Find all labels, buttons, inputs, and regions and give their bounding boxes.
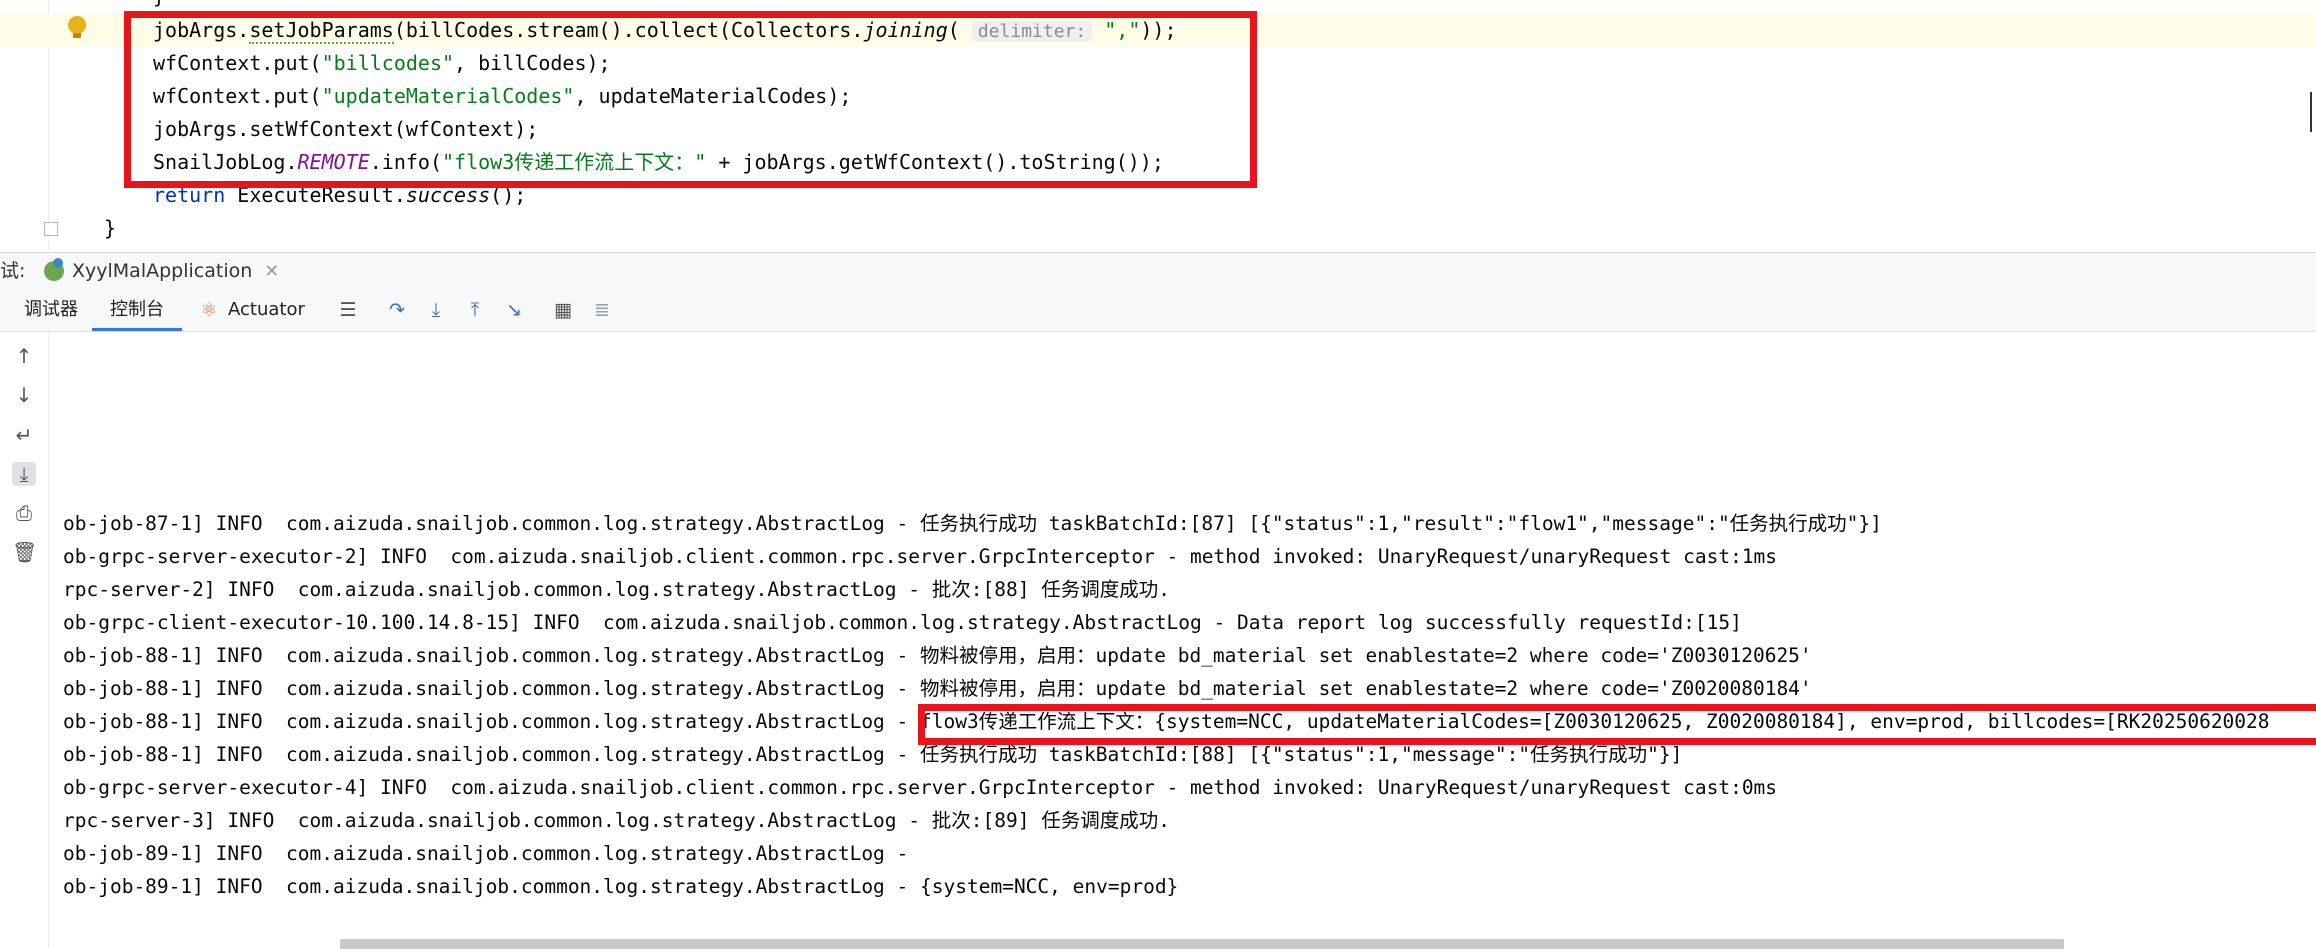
scroll-marker	[2310, 92, 2316, 132]
code-line-1[interactable]: jobArgs.setJobParams(billCodes.stream().…	[0, 14, 2316, 47]
run-config-title: XyylMalApplication	[72, 260, 253, 282]
code-text: }	[153, 0, 165, 13]
code-token: (billCodes.stream().	[393, 18, 635, 42]
code-token: + jobArgs.getWfContext().toString());	[706, 150, 1164, 174]
code-token: success	[405, 183, 491, 207]
code-token: "billcodes"	[321, 51, 455, 75]
code-token: jobArgs.setWfContext(wfContext);	[153, 117, 539, 141]
code-token: , updateMaterialCodes);	[574, 84, 852, 108]
fold-marker-icon[interactable]	[44, 222, 58, 236]
log-line: ob-grpc-server-executor-4] INFO com.aizu…	[63, 776, 1778, 799]
code-text: jobArgs.setJobParams(billCodes.stream().…	[153, 14, 1177, 48]
code-token: ));	[1140, 18, 1177, 42]
evaluate-icon[interactable]: ▦	[552, 299, 574, 321]
menu-icon[interactable]: ☰	[337, 299, 359, 321]
actuator-icon[interactable]: ⚛	[198, 299, 220, 321]
code-token: ();	[490, 183, 527, 207]
tab-console[interactable]: 控制台	[92, 289, 182, 331]
code-token: SnailJobLog.	[153, 150, 298, 174]
code-text: wfContext.put("updateMaterialCodes", upd…	[153, 80, 851, 113]
log-line: rpc-server-3] INFO com.aizuda.snailjob.c…	[63, 809, 1170, 832]
code-token: ExecuteResult.	[225, 183, 406, 207]
code-text: return ExecuteResult.success();	[153, 179, 526, 212]
code-token: wfContext.put(	[153, 51, 322, 75]
code-token: jobArgs.	[153, 18, 250, 42]
code-token: "updateMaterialCodes"	[321, 84, 575, 108]
code-line-4[interactable]: jobArgs.setWfContext(wfContext);	[0, 113, 2316, 146]
code-text: }	[104, 216, 117, 240]
log-line: ob-job-89-1] INFO com.aizuda.snailjob.co…	[63, 875, 1179, 898]
code-token: setJobParams	[249, 18, 394, 44]
log-line: ob-job-88-1] INFO com.aizuda.snailjob.co…	[63, 644, 1812, 667]
soft-wrap-icon[interactable]: ↵	[12, 423, 36, 447]
code-text: wfContext.put("billcodes", billCodes);	[153, 47, 611, 80]
code-token: , billCodes);	[454, 51, 611, 75]
log-line: ob-grpc-server-executor-2] INFO com.aizu…	[63, 545, 1778, 568]
log-line: ob-job-88-1] INFO com.aizuda.snailjob.co…	[63, 743, 1683, 766]
horizontal-scrollbar[interactable]	[340, 939, 2064, 949]
code-token: return	[153, 183, 226, 207]
spring-boot-icon	[44, 258, 64, 281]
console-side-toolbar: ↑ ↓ ↵ ⤓ ⎙ 🗑	[0, 332, 49, 949]
code-line-3[interactable]: wfContext.put("updateMaterialCodes", upd…	[0, 80, 2316, 113]
log-line: rpc-server-2] INFO com.aizuda.snailjob.c…	[63, 578, 1170, 601]
code-token: (	[947, 18, 972, 42]
debug-toolbar: 调试器 控制台 ⚛ Actuator ☰ ↷ ⤓ ⤒ ↘ ▦ ≣	[0, 289, 2316, 332]
code-token: joining	[863, 18, 948, 42]
step-over-icon[interactable]: ↷	[386, 299, 408, 321]
print-icon[interactable]: ⎙	[12, 501, 36, 525]
tab-actuator[interactable]: Actuator	[228, 289, 305, 331]
code-line-7[interactable]: }	[0, 212, 2316, 245]
log-line: ob-job-87-1] INFO com.aizuda.snailjob.co…	[63, 512, 1882, 535]
run-window-header: 试: XyylMalApplication ✕	[0, 252, 2316, 289]
run-window-label: 试:	[0, 260, 26, 282]
run-config-tab[interactable]: XyylMalApplication ✕	[44, 253, 279, 289]
code-editor[interactable]: } jobArgs.setJobParams(billCodes.stream(…	[0, 0, 2316, 250]
up-arrow-icon[interactable]: ↑	[12, 344, 36, 368]
log-line: ob-job-89-1] INFO com.aizuda.snailjob.co…	[63, 842, 921, 865]
lightbulb-icon[interactable]	[68, 16, 86, 38]
trace-icon[interactable]: ≣	[591, 299, 613, 321]
code-text: jobArgs.setWfContext(wfContext);	[153, 113, 538, 146]
code-token: .info(	[369, 150, 442, 174]
code-token: REMOTE	[297, 150, 370, 174]
code-line-5[interactable]: SnailJobLog.REMOTE.info("flow3传递工作流上下文："…	[0, 146, 2316, 179]
code-token: ","	[1104, 18, 1141, 42]
code-token: "flow3传递工作流上下文："	[442, 150, 707, 174]
log-line: ob-grpc-client-executor-10.100.14.8-15] …	[63, 611, 1742, 634]
code-line[interactable]: }	[0, 0, 2316, 13]
run-to-cursor-icon[interactable]: ↘	[503, 299, 525, 321]
code-token: collect	[634, 18, 719, 42]
trash-icon[interactable]: 🗑	[12, 540, 37, 564]
close-icon[interactable]: ✕	[264, 261, 279, 282]
tab-debugger[interactable]: 调试器	[24, 289, 78, 331]
step-out-icon[interactable]: ⤒	[464, 299, 486, 321]
log-line: ob-job-88-1] INFO com.aizuda.snailjob.co…	[63, 710, 2270, 733]
parameter-hint: delimiter:	[971, 21, 1093, 42]
code-line-2[interactable]: wfContext.put("billcodes", billCodes);	[0, 47, 2316, 80]
code-text: SnailJobLog.REMOTE.info("flow3传递工作流上下文："…	[153, 146, 1164, 179]
down-arrow-icon[interactable]: ↓	[12, 383, 36, 407]
code-line-6[interactable]: return ExecuteResult.success();	[0, 179, 2316, 212]
code-token: wfContext.put(	[153, 84, 322, 108]
scroll-to-end-icon[interactable]: ⤓	[12, 462, 36, 486]
code-token: (Collectors.	[718, 18, 864, 42]
step-into-icon[interactable]: ⤓	[425, 299, 447, 321]
log-line: ob-job-88-1] INFO com.aizuda.snailjob.co…	[63, 677, 1812, 700]
